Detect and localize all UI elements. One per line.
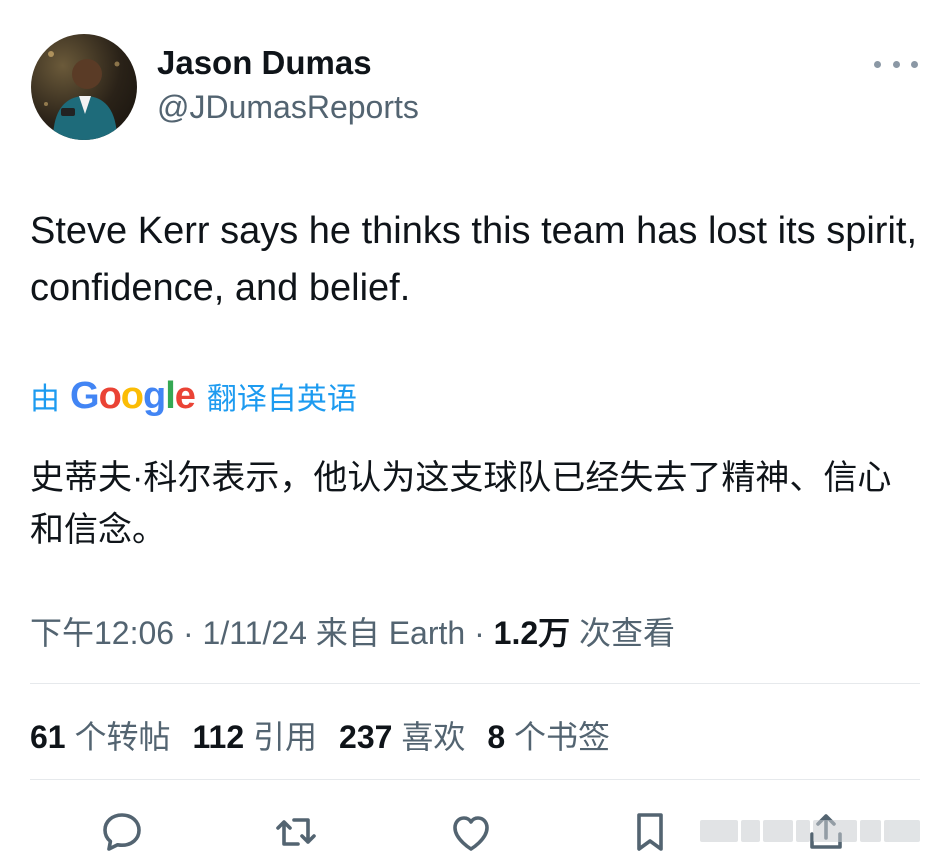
author-handle[interactable]: @JDumasReports [157, 89, 419, 126]
engagement-stats: 61 个转帖 112 引用 237 喜欢 8 个书签 [30, 712, 632, 758]
tweet-date[interactable]: 1/11/24 [203, 615, 307, 651]
more-dot [874, 60, 881, 68]
retweets-stat[interactable]: 61 个转帖 [30, 719, 171, 755]
tweet-source: 来自 Earth [306, 615, 466, 651]
heart-icon [453, 816, 489, 851]
meta-separator: · [174, 615, 203, 651]
like-button[interactable] [445, 806, 497, 858]
translate-prefix: 由 [30, 383, 60, 416]
meta-separator: · [465, 615, 494, 651]
reply-icon [103, 813, 141, 851]
more-icon[interactable] [874, 52, 918, 76]
bookmark-icon [637, 813, 663, 851]
likes-stat[interactable]: 237 喜欢 [339, 719, 465, 755]
watermark [700, 818, 920, 844]
translate-suffix: 翻译自英语 [206, 383, 357, 416]
more-dot [911, 60, 918, 68]
quotes-stat[interactable]: 112 引用 [193, 719, 318, 755]
retweet-button[interactable] [270, 806, 322, 858]
translated-text: 史蒂夫·科尔表示，他认为这支球队已经失去了精神、信心和信念。 [30, 459, 892, 549]
bookmarks-stat[interactable]: 8 个书签 [487, 719, 610, 755]
tweet-text: Steve Kerr says he thinks this team has … [30, 210, 918, 309]
author-name[interactable]: Jason Dumas [157, 44, 372, 82]
divider [30, 683, 920, 684]
reply-button[interactable] [96, 806, 148, 858]
avatar[interactable] [31, 34, 137, 140]
google-logo: Google [70, 374, 196, 417]
more-dot [892, 60, 900, 68]
bookmark-button[interactable] [624, 806, 676, 858]
retweet-icon [276, 818, 316, 846]
tweet-meta: 下午12:06 · 1/11/24 来自 Earth · 1.2万 次查看 [30, 608, 675, 654]
divider [30, 779, 920, 780]
translated-by-google[interactable]: 由 Google 翻译自英语 [30, 371, 357, 421]
views-count: 1.2万 [493, 615, 571, 651]
tweet-time[interactable]: 下午12:06 [30, 615, 174, 651]
views-label: 次查看 [570, 615, 676, 651]
